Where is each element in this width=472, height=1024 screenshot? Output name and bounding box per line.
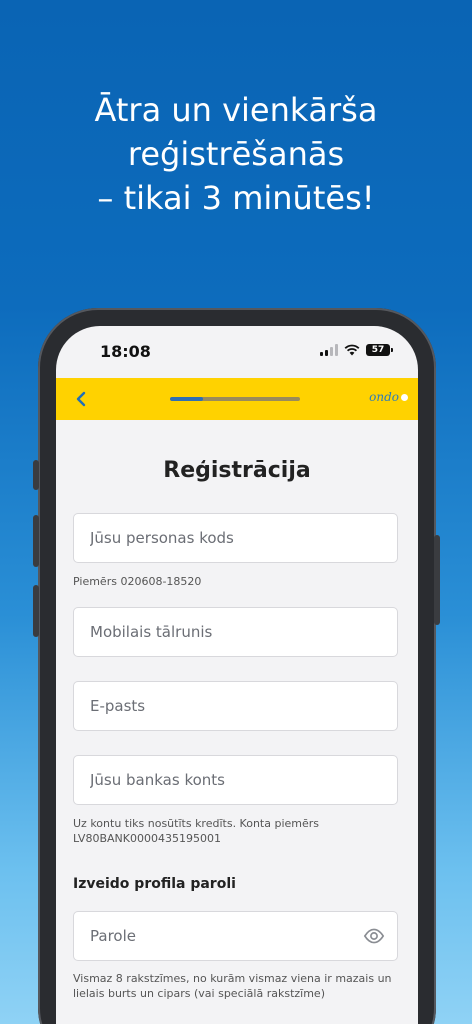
- phone-volume-up: [33, 515, 39, 567]
- headline-line-2: reģistrēšanās: [127, 135, 345, 173]
- password-input[interactable]: [74, 912, 397, 960]
- status-icons: 57: [320, 344, 393, 356]
- registration-progress-bar: [170, 397, 300, 401]
- page-title: Reģistrācija: [163, 458, 311, 483]
- bank-account-hint-line-2: LV80BANK0000435195001: [73, 832, 221, 845]
- back-button[interactable]: [70, 387, 94, 411]
- brand-logo: ondo: [369, 390, 408, 404]
- cellular-signal-icon: [320, 344, 338, 356]
- headline-line-1: Ātra un vienkārša: [94, 91, 378, 129]
- promo-headline: Ātra un vienkārša reģistrēšanās – tikai …: [0, 88, 472, 220]
- password-section-label: Izveido profila paroli: [73, 876, 236, 892]
- battery-icon: 57: [366, 344, 393, 356]
- status-time: 18:08: [100, 342, 151, 361]
- bank-account-hint-line-1: Uz kontu tiks nosūtīts kredīts. Konta pi…: [73, 817, 320, 830]
- personal-code-input[interactable]: [74, 514, 397, 562]
- password-field[interactable]: [73, 911, 398, 961]
- password-hint: Vismaz 8 rakstzīmes, no kurām vismaz vie…: [73, 971, 403, 1001]
- email-input[interactable]: [74, 682, 397, 730]
- phone-field[interactable]: [73, 607, 398, 657]
- phone-volume-down: [33, 585, 39, 637]
- bank-account-input[interactable]: [74, 756, 397, 804]
- phone-input[interactable]: [74, 608, 397, 656]
- password-hint-line-1: Vismaz 8 rakstzīmes, no kurām vismaz vie…: [73, 972, 392, 985]
- password-hint-line-2: lielais burts un cipars (vai speciālā ra…: [73, 987, 325, 1000]
- personal-code-field[interactable]: [73, 513, 398, 563]
- email-field[interactable]: [73, 681, 398, 731]
- wifi-icon: [344, 344, 360, 356]
- bank-account-field[interactable]: [73, 755, 398, 805]
- phone-power-button: [434, 535, 440, 625]
- brand-name: ondo: [369, 390, 399, 404]
- eye-icon[interactable]: [363, 926, 385, 946]
- phone-mute-switch: [33, 460, 39, 490]
- status-bar: 18:08 57: [56, 326, 418, 378]
- bank-account-hint: Uz kontu tiks nosūtīts kredīts. Konta pi…: [73, 816, 403, 846]
- personal-code-hint: Piemērs 020608-18520: [73, 575, 202, 588]
- brand-dot-icon: [401, 394, 408, 401]
- chevron-left-icon: [76, 391, 86, 407]
- phone-screen: 18:08 57 ondo Reģistrācija Jūsu personas…: [56, 326, 418, 1024]
- headline-line-3: – tikai 3 minūtēs!: [97, 179, 375, 217]
- app-top-bar: ondo: [56, 378, 418, 420]
- progress-fill: [170, 397, 203, 401]
